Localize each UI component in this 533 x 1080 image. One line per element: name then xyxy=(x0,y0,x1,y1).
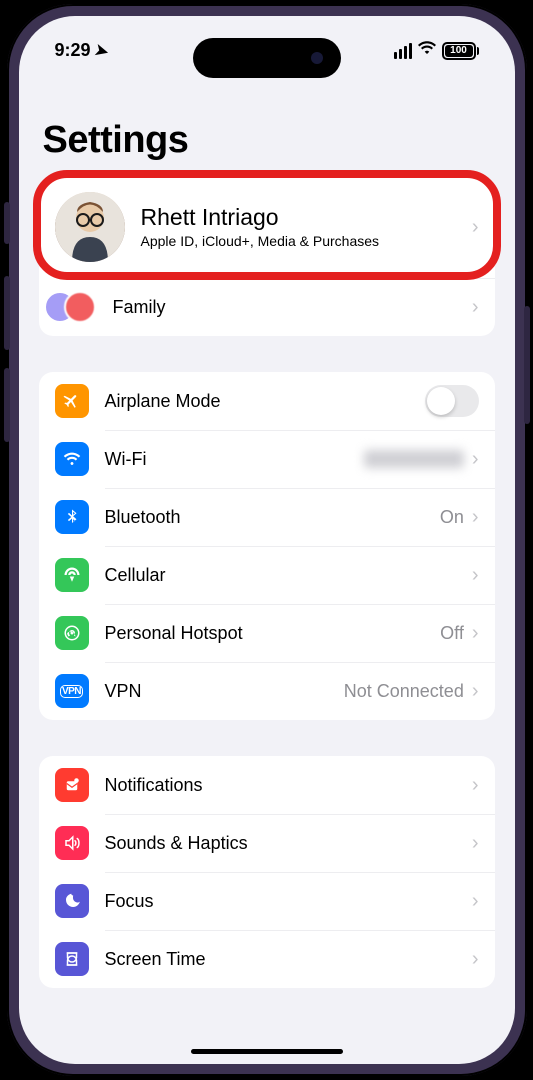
battery-percentage: 100 xyxy=(450,45,467,56)
family-label: Family xyxy=(113,297,472,318)
airplane-icon xyxy=(55,384,89,418)
profile-subtitle: Apple ID, iCloud+, Media & Purchases xyxy=(141,233,472,251)
sounds-label: Sounds & Haptics xyxy=(105,833,472,854)
system-group: Notifications › Sounds & Haptics › Focus… xyxy=(39,756,495,988)
screen: 9:29 ➤ 100 Settings xyxy=(19,16,515,1064)
status-time: 9:29 xyxy=(55,40,91,61)
cellular-label: Cellular xyxy=(105,565,472,586)
hotspot-label: Personal Hotspot xyxy=(105,623,441,644)
airplane-mode-label: Airplane Mode xyxy=(105,391,425,412)
cellular-icon xyxy=(55,558,89,592)
chevron-right-icon: › xyxy=(472,774,479,797)
phone-frame: 9:29 ➤ 100 Settings xyxy=(7,4,527,1076)
profile-section: Rhett Intriago Apple ID, iCloud+, Media … xyxy=(39,176,495,336)
status-left: 9:29 ➤ xyxy=(55,40,108,61)
focus-label: Focus xyxy=(105,891,472,912)
battery-icon: 100 xyxy=(442,42,479,60)
focus-row[interactable]: Focus › xyxy=(39,872,495,930)
network-group: Airplane Mode Wi-Fi › Bluetooth xyxy=(39,372,495,720)
profile-group: Rhett Intriago Apple ID, iCloud+, Media … xyxy=(39,176,495,336)
chevron-right-icon: › xyxy=(472,216,479,239)
location-arrow-icon: ➤ xyxy=(92,39,110,62)
airplane-mode-row[interactable]: Airplane Mode xyxy=(39,372,495,430)
chevron-right-icon: › xyxy=(472,832,479,855)
dynamic-island xyxy=(193,38,341,78)
hotspot-value: Off xyxy=(440,623,464,644)
sounds-row[interactable]: Sounds & Haptics › xyxy=(39,814,495,872)
wifi-row[interactable]: Wi-Fi › xyxy=(39,430,495,488)
status-right: 100 xyxy=(394,41,479,60)
vpn-row[interactable]: VPN VPN Not Connected › xyxy=(39,662,495,720)
bluetooth-row[interactable]: Bluetooth On › xyxy=(39,488,495,546)
notifications-label: Notifications xyxy=(105,775,472,796)
cellular-signal-icon xyxy=(394,43,412,59)
wifi-network-name-redacted xyxy=(364,450,464,468)
bluetooth-icon xyxy=(55,500,89,534)
apple-id-row[interactable]: Rhett Intriago Apple ID, iCloud+, Media … xyxy=(39,176,495,278)
volume-up-button xyxy=(4,276,10,350)
chevron-right-icon: › xyxy=(472,296,479,319)
notifications-row[interactable]: Notifications › xyxy=(39,756,495,814)
screen-time-row[interactable]: Screen Time › xyxy=(39,930,495,988)
chevron-right-icon: › xyxy=(472,890,479,913)
screen-time-icon xyxy=(55,942,89,976)
silent-switch xyxy=(4,202,10,244)
screen-time-label: Screen Time xyxy=(105,949,472,970)
chevron-right-icon: › xyxy=(472,448,479,471)
vpn-icon: VPN xyxy=(55,674,89,708)
family-row[interactable]: Family › xyxy=(39,278,495,336)
home-indicator[interactable] xyxy=(191,1049,343,1054)
volume-down-button xyxy=(4,368,10,442)
chevron-right-icon: › xyxy=(472,622,479,645)
cellular-row[interactable]: Cellular › xyxy=(39,546,495,604)
chevron-right-icon: › xyxy=(472,506,479,529)
wifi-label: Wi-Fi xyxy=(105,449,364,470)
page-title: Settings xyxy=(39,119,495,162)
chevron-right-icon: › xyxy=(472,948,479,971)
hotspot-row[interactable]: Personal Hotspot Off › xyxy=(39,604,495,662)
hotspot-icon xyxy=(55,616,89,650)
vpn-value: Not Connected xyxy=(344,681,464,702)
airplane-mode-toggle[interactable] xyxy=(425,385,479,417)
chevron-right-icon: › xyxy=(472,680,479,703)
profile-name: Rhett Intriago xyxy=(141,204,472,231)
chevron-right-icon: › xyxy=(472,564,479,587)
wifi-icon xyxy=(418,41,436,60)
content-scroll[interactable]: Settings xyxy=(19,61,515,988)
notifications-icon xyxy=(55,768,89,802)
family-avatars-icon xyxy=(53,290,87,324)
bluetooth-label: Bluetooth xyxy=(105,507,440,528)
focus-icon xyxy=(55,884,89,918)
wifi-row-icon xyxy=(55,442,89,476)
profile-avatar xyxy=(55,192,125,262)
side-button xyxy=(524,306,530,424)
sounds-icon xyxy=(55,826,89,860)
bluetooth-value: On xyxy=(440,507,464,528)
vpn-label: VPN xyxy=(105,681,344,702)
